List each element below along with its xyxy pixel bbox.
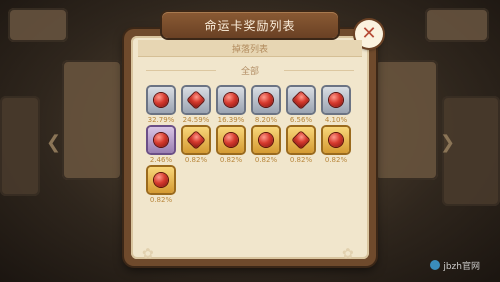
reward-item-frame[interactable]: [148, 167, 174, 193]
red-gem-icon: [292, 91, 310, 109]
paw-decoration-icon: ✿: [142, 246, 154, 262]
red-gem-icon: [224, 133, 238, 147]
reward-item-frame[interactable]: [183, 127, 209, 153]
chevron-left-icon: ❮: [46, 132, 62, 153]
dialog-title-plate: 命运卡奖励列表: [162, 12, 338, 38]
drop-rate-label: 0.82%: [289, 156, 313, 164]
red-gem-icon: [329, 133, 343, 147]
reward-item[interactable]: 2.46%: [146, 127, 176, 164]
reward-item[interactable]: 6.56%: [286, 87, 316, 124]
category-divider: 全部: [138, 63, 362, 77]
chevron-right-icon: ❯: [440, 132, 456, 153]
background-card: [8, 8, 68, 42]
reward-item[interactable]: 0.82%: [321, 127, 351, 164]
drop-list-header: 掉落列表: [138, 40, 362, 57]
reward-item[interactable]: 4.10%: [321, 87, 351, 124]
watermark-logo-icon: [430, 260, 441, 270]
reward-item-frame[interactable]: [253, 87, 279, 113]
reward-item[interactable]: 0.82%: [251, 127, 281, 164]
reward-item[interactable]: 0.82%: [146, 167, 176, 204]
close-icon: ✕: [361, 23, 377, 44]
drop-rate-label: 6.56%: [289, 116, 313, 124]
reward-item-frame[interactable]: [323, 87, 349, 113]
drop-rate-label: 8.20%: [254, 116, 278, 124]
watermark-text: jbzh官网: [443, 261, 480, 272]
red-gem-icon: [329, 93, 343, 107]
red-gem-icon: [292, 131, 310, 149]
drop-rate-label: 0.82%: [219, 156, 243, 164]
drop-rate-label: 0.82%: [149, 196, 173, 204]
background-card: [374, 60, 438, 180]
category-label: 全部: [240, 66, 259, 77]
reward-item[interactable]: 24.59%: [181, 87, 211, 124]
red-gem-icon: [154, 133, 168, 147]
red-gem-icon: [259, 93, 273, 107]
dialog-title: 命运卡奖励列表: [204, 18, 296, 33]
reward-item[interactable]: 16.39%: [216, 87, 246, 124]
red-gem-icon: [259, 133, 273, 147]
reward-item-frame[interactable]: [183, 87, 209, 113]
drop-rate-label: 0.82%: [184, 156, 208, 164]
red-gem-icon: [154, 93, 168, 107]
reward-item-frame[interactable]: [148, 127, 174, 153]
red-gem-icon: [224, 93, 238, 107]
red-gem-icon: [154, 173, 168, 187]
reward-item[interactable]: 0.82%: [216, 127, 246, 164]
drop-rate-label: 2.46%: [149, 156, 173, 164]
reward-item-frame[interactable]: [148, 87, 174, 113]
drop-rate-label: 0.82%: [324, 156, 348, 164]
reward-item-frame[interactable]: [288, 127, 314, 153]
background-card: [425, 8, 489, 42]
red-gem-icon: [187, 91, 205, 109]
drop-rate-label: 16.39%: [217, 116, 245, 124]
reward-item[interactable]: 0.82%: [286, 127, 316, 164]
reward-item[interactable]: 32.79%: [146, 87, 176, 124]
reward-item-frame[interactable]: [323, 127, 349, 153]
drop-rate-label: 0.82%: [254, 156, 278, 164]
drop-list-title: 掉落列表: [231, 44, 268, 55]
drop-rate-label: 24.59%: [182, 116, 210, 124]
reward-item-frame[interactable]: [253, 127, 279, 153]
reward-item[interactable]: 8.20%: [251, 87, 281, 124]
drop-rate-label: 4.10%: [324, 116, 348, 124]
watermark: jbzh官网: [426, 258, 484, 272]
background-card: [62, 60, 122, 180]
reward-item-frame[interactable]: [288, 87, 314, 113]
paw-decoration-icon: ✿: [342, 246, 354, 262]
background-card: [0, 96, 40, 196]
reward-item-frame[interactable]: [218, 87, 244, 113]
reward-item[interactable]: 0.82%: [181, 127, 211, 164]
drop-rate-label: 32.79%: [147, 116, 175, 124]
red-gem-icon: [187, 131, 205, 149]
reward-item-frame[interactable]: [218, 127, 244, 153]
